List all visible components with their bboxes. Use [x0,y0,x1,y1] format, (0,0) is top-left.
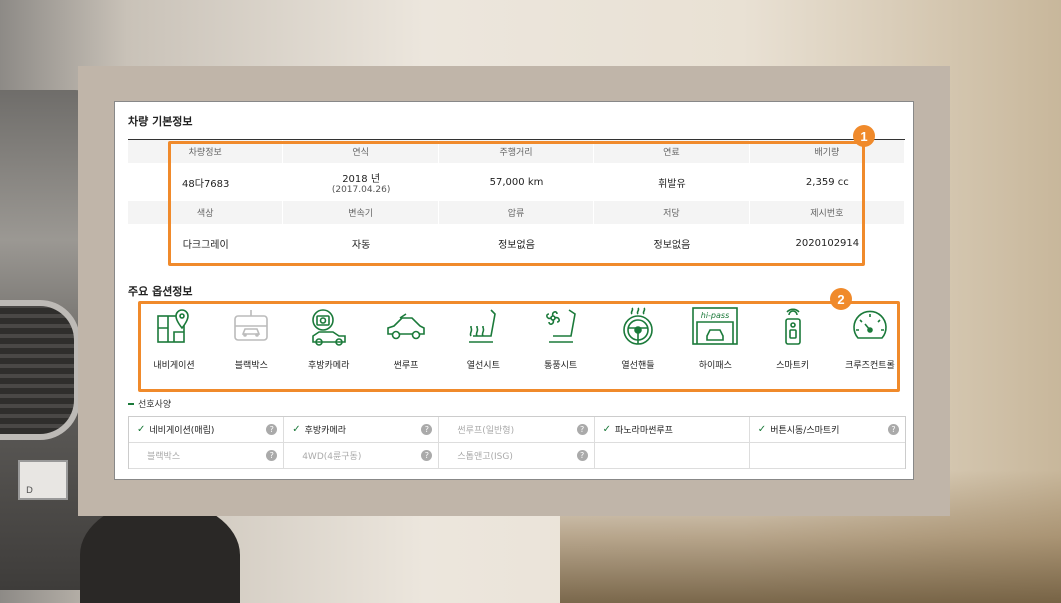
preference-item: ✓ 버튼시동/스마트키? [749,417,905,443]
help-icon[interactable]: ? [576,450,588,461]
annotation-badge-2: 2 [830,288,852,310]
preference-item: ✓ 네비게이션(매립)? [129,417,285,443]
help-icon[interactable]: ? [266,450,278,461]
preference-label: 버튼시동/스마트키 [770,426,840,436]
preference-item: 4WD(4륜구동)? [284,443,440,469]
preference-label: 후방카메라 [304,426,346,436]
title-dash [128,402,134,405]
preference-label: 썬루프(일반형) [457,426,515,436]
background-license-plate: D [18,460,68,500]
options-title: 주요 옵션정보 [128,285,193,298]
preference-label: 블랙박스 [147,452,181,462]
preference-label: 스톱앤고(ISG) [457,452,513,462]
preference-label: 4WD(4륜구동) [302,452,362,462]
highlight-box-basic-info [168,141,865,266]
preference-item-empty [749,443,905,469]
preference-item-empty [594,443,750,469]
preference-item: ✓ 파노라마썬루프 [594,417,750,443]
help-icon[interactable]: ? [421,424,433,435]
preference-item: 썬루프(일반형)? [439,417,595,443]
basic-info-title: 차량 기본정보 [128,115,193,128]
help-icon[interactable]: ? [887,424,899,435]
background-car-grille [0,300,80,440]
preference-label: 네비게이션(매립) [149,426,215,436]
preference-label: 파노라마썬루프 [614,426,673,436]
check-icon: ✓ [137,424,146,435]
annotation-badge-1: 1 [853,125,875,147]
preferences-grid: ✓ 네비게이션(매립)? ✓ 후방카메라? 썬루프(일반형)? ✓ 파노라마썬루프 ✓… [128,416,906,469]
preferences-title: 선호사양 [128,397,171,410]
help-icon[interactable]: ? [576,424,588,435]
preference-item: 블랙박스? [129,443,285,469]
check-icon: ✓ [292,424,301,435]
help-icon[interactable]: ? [266,424,278,435]
preference-item: ✓ 후방카메라? [284,417,440,443]
preference-item: 스톱앤고(ISG)? [439,443,595,469]
check-icon: ✓ [757,424,767,435]
highlight-box-options [138,301,900,392]
help-icon[interactable]: ? [421,450,433,461]
preferences-title-text: 선호사양 [138,400,172,410]
check-icon: ✓ [602,424,611,435]
